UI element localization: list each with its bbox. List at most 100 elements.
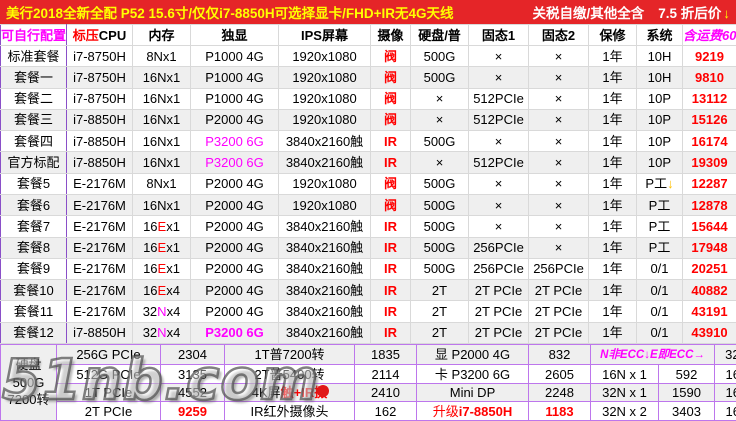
os-header[interactable]: 系统 xyxy=(637,25,683,46)
price-cell[interactable]: 15126 xyxy=(683,109,736,130)
upgrade-price-cell[interactable]: 3135 xyxy=(161,365,225,384)
ram-cell[interactable]: 16Ex4 xyxy=(133,280,191,301)
upgrade-price-cell[interactable]: 592 xyxy=(659,365,715,384)
upgrade-item-cell[interactable]: Mini DP xyxy=(417,383,529,402)
warranty-cell[interactable]: 1年 xyxy=(589,322,637,343)
os-cell[interactable]: 0/1 xyxy=(637,280,683,301)
price-cell[interactable]: 19309 xyxy=(683,152,736,173)
ssd1-cell[interactable]: 512PCIe xyxy=(469,109,529,130)
ssd1-cell[interactable]: 512PCIe xyxy=(469,88,529,109)
upgrade-item-cell[interactable]: 256G PCIe xyxy=(57,345,161,365)
config-cell[interactable]: 套餐12 xyxy=(1,322,67,343)
upgrade-item-cell[interactable]: 升级i7-8850H xyxy=(417,402,529,421)
os-cell[interactable]: 10H xyxy=(637,46,683,67)
price-cell[interactable]: 16174 xyxy=(683,131,736,152)
upgrade-item-cell[interactable]: 1T普7200转 xyxy=(225,345,355,365)
screen-cell[interactable]: 3840x2160触 xyxy=(279,216,371,237)
hdd-cell[interactable]: 500G xyxy=(411,216,469,237)
warranty-cell[interactable]: 1年 xyxy=(589,216,637,237)
cpu-cell[interactable]: i7-8850H xyxy=(67,131,133,152)
warranty-cell[interactable]: 1年 xyxy=(589,301,637,322)
hdd-cell[interactable]: 500G xyxy=(411,258,469,279)
ssd2-cell[interactable]: × xyxy=(529,237,589,258)
os-cell[interactable]: P工↓ xyxy=(637,173,683,194)
hdd-cell[interactable]: × xyxy=(411,109,469,130)
upgrade-price-cell[interactable]: 832 xyxy=(529,345,591,365)
screen-cell[interactable]: 3840x2160触 xyxy=(279,237,371,258)
hdd-cell[interactable]: 2T xyxy=(411,301,469,322)
hdd-cell[interactable]: 500G xyxy=(411,237,469,258)
camera-cell[interactable]: 阀 xyxy=(371,173,411,194)
upgrade-price-cell[interactable]: 1183 xyxy=(529,402,591,421)
camera-cell[interactable]: 阀 xyxy=(371,194,411,215)
ssd1-cell[interactable]: × xyxy=(469,173,529,194)
upgrade-price-cell[interactable]: 9259 xyxy=(161,402,225,421)
ssd2-cell[interactable]: 2T PCIe xyxy=(529,322,589,343)
upgrade-item-cell[interactable]: 2T普5400转 xyxy=(225,365,355,384)
ssd1-cell[interactable]: × xyxy=(469,67,529,88)
warranty-cell[interactable]: 1年 xyxy=(589,237,637,258)
hdd-cell[interactable]: 500G xyxy=(411,173,469,194)
ssd2-header[interactable]: 固态2 xyxy=(529,25,589,46)
warranty-header[interactable]: 保修 xyxy=(589,25,637,46)
upgrade-item-cell[interactable]: 16E x 1 xyxy=(715,365,736,384)
os-cell[interactable]: 10H xyxy=(637,67,683,88)
price-cell[interactable]: 12287 xyxy=(683,173,736,194)
upgrade-price-cell[interactable]: 1590 xyxy=(659,383,715,402)
config-cell[interactable]: 套餐8 xyxy=(1,237,67,258)
upgrade-item-cell[interactable]: 显 P2000 4G xyxy=(417,345,529,365)
ssd1-cell[interactable]: 256PCIe xyxy=(469,237,529,258)
ssd1-cell[interactable]: 2T PCIe xyxy=(469,280,529,301)
price-header[interactable]: 含运费600 xyxy=(683,25,736,46)
upgrade-item-cell[interactable]: 1T PCIe xyxy=(57,383,161,402)
ssd2-cell[interactable]: × xyxy=(529,46,589,67)
screen-cell[interactable]: 3840x2160触 xyxy=(279,280,371,301)
base-hdd-label-cell[interactable]: 硬盘500G7200转 xyxy=(1,345,57,421)
camera-header[interactable]: 摄像 xyxy=(371,25,411,46)
os-cell[interactable]: 10P xyxy=(637,88,683,109)
upgrade-item-cell[interactable]: 16E x 4 xyxy=(715,402,736,421)
config-header[interactable]: 可自行配置 xyxy=(1,25,67,46)
ram-cell[interactable]: 16Nx1 xyxy=(133,67,191,88)
price-cell[interactable]: 12878 xyxy=(683,194,736,215)
upgrade-price-cell[interactable]: 2605 xyxy=(529,365,591,384)
hdd-cell[interactable]: 500G xyxy=(411,67,469,88)
ssd1-cell[interactable]: × xyxy=(469,131,529,152)
upgrade-price-cell[interactable]: 3403 xyxy=(659,402,715,421)
upgrade-price-cell[interactable]: 4552 xyxy=(161,383,225,402)
screen-cell[interactable]: 3840x2160触 xyxy=(279,322,371,343)
gpu-cell[interactable]: P2000 4G xyxy=(191,194,279,215)
config-cell[interactable]: 套餐6 xyxy=(1,194,67,215)
gpu-cell[interactable]: P2000 4G xyxy=(191,258,279,279)
os-cell[interactable]: 0/1 xyxy=(637,322,683,343)
ssd1-cell[interactable]: × xyxy=(469,46,529,67)
cpu-header[interactable]: 标压CPU xyxy=(67,25,133,46)
warranty-cell[interactable]: 1年 xyxy=(589,280,637,301)
gpu-cell[interactable]: P1000 4G xyxy=(191,67,279,88)
config-cell[interactable]: 套餐10 xyxy=(1,280,67,301)
cpu-cell[interactable]: E-2176M xyxy=(67,280,133,301)
ssd1-cell[interactable]: × xyxy=(469,194,529,215)
upgrade-price-cell[interactable]: 2410 xyxy=(355,383,417,402)
config-cell[interactable]: 套餐5 xyxy=(1,173,67,194)
ssd2-cell[interactable]: × xyxy=(529,131,589,152)
warranty-cell[interactable]: 1年 xyxy=(589,67,637,88)
ssd1-cell[interactable]: 512PCIe xyxy=(469,152,529,173)
gpu-cell[interactable]: P2000 4G xyxy=(191,109,279,130)
upgrade-price-cell[interactable]: 2248 xyxy=(529,383,591,402)
cpu-cell[interactable]: E-2176M xyxy=(67,194,133,215)
price-cell[interactable]: 13112 xyxy=(683,88,736,109)
gpu-header[interactable]: 独显 xyxy=(191,25,279,46)
camera-cell[interactable]: 阀 xyxy=(371,88,411,109)
cpu-cell[interactable]: E-2176M xyxy=(67,258,133,279)
upgrade-price-cell[interactable]: 32N x 4 xyxy=(715,345,736,365)
gpu-cell[interactable]: P3200 6G xyxy=(191,322,279,343)
screen-cell[interactable]: 3840x2160触 xyxy=(279,258,371,279)
ssd1-cell[interactable]: 2T PCIe xyxy=(469,301,529,322)
cpu-cell[interactable]: i7-8750H xyxy=(67,88,133,109)
hdd-header[interactable]: 硬盘/普 xyxy=(411,25,469,46)
upgrade-price-cell[interactable]: 162 xyxy=(355,402,417,421)
config-cell[interactable]: 套餐11 xyxy=(1,301,67,322)
ssd2-cell[interactable]: × xyxy=(529,109,589,130)
screen-cell[interactable]: 3840x2160触 xyxy=(279,301,371,322)
